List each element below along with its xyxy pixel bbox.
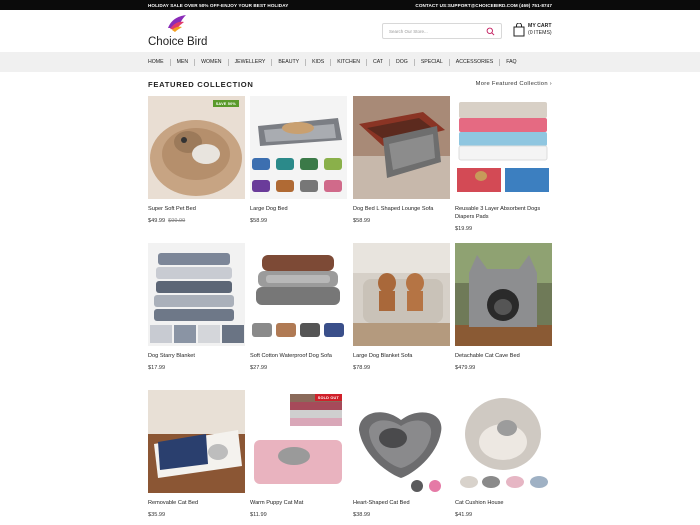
store-logo[interactable]: Choice Bird — [148, 14, 238, 48]
cart-button[interactable]: MY CART (0 ITEMS) — [513, 22, 558, 40]
product-name[interactable]: Large Dog Bed — [250, 206, 350, 214]
product-name[interactable]: Warm Puppy Cat Mat — [250, 500, 350, 508]
contact-text: CONTACT US:SUPPORT@CHOICEBIRD.COM (469) … — [415, 2, 552, 8]
product-price: $17.99 — [148, 365, 166, 371]
product-image[interactable] — [353, 243, 450, 346]
product-image[interactable] — [148, 390, 245, 493]
search-box[interactable] — [382, 23, 502, 39]
product-image[interactable]: SOLD OUT — [250, 390, 347, 493]
product-price: $41.99 — [455, 512, 473, 518]
nav-item-men[interactable]: MEN — [177, 58, 202, 66]
product-name[interactable]: Soft Cotton Waterproof Dog Sofa — [250, 353, 350, 361]
product-name[interactable]: Detachable Cat Cave Bed — [455, 353, 555, 361]
product-image[interactable] — [455, 96, 552, 199]
product-name[interactable]: Large Dog Blanket Sofa — [353, 353, 453, 361]
product-image[interactable] — [148, 243, 245, 346]
cart-label: MY CART — [528, 23, 552, 29]
save-badge: SAVE 50% — [212, 100, 239, 107]
product-name[interactable]: Heart-Shaped Cat Bed — [353, 500, 453, 508]
promo-text: HOLIDAY SALE OVER 50% OFF-ENJOY YOUR BES… — [148, 2, 289, 8]
product-name[interactable]: Dog Starry Blanket — [148, 353, 248, 361]
product-image[interactable] — [353, 390, 450, 493]
nav-item-kids[interactable]: KIDS — [312, 58, 337, 66]
search-input[interactable] — [387, 26, 484, 36]
product-price: $19.99 — [455, 226, 473, 232]
nav-item-accessories[interactable]: ACCESSORIES — [456, 58, 506, 66]
more-collection-link[interactable]: More Featured Collection › — [476, 81, 552, 87]
nav-item-women[interactable]: WOMEN — [201, 58, 234, 66]
shopping-bag-icon — [513, 23, 525, 37]
product-price: $58.99 — [353, 218, 371, 224]
nav-item-faq[interactable]: FAQ — [506, 59, 516, 66]
brand-name: Choice Bird — [148, 36, 208, 48]
product-image[interactable] — [353, 96, 450, 199]
nav-item-kitchen[interactable]: KITCHEN — [337, 58, 373, 66]
bird-logo-icon — [168, 15, 186, 32]
nav-item-jewellery[interactable]: JEWELLERY — [235, 58, 279, 66]
nav-item-cat[interactable]: CAT — [373, 58, 396, 66]
sold-out-badge: SOLD OUT — [314, 394, 342, 401]
product-name[interactable]: Cat Cushion House — [455, 500, 555, 508]
product-image[interactable] — [455, 243, 552, 346]
nav-item-beauty[interactable]: BEAUTY — [278, 58, 312, 66]
product-price: $58.99 — [250, 218, 268, 224]
product-image[interactable]: SAVE 50% — [148, 96, 245, 199]
product-price: $49.99 $99.99 — [148, 218, 186, 224]
product-price: $479.99 — [455, 365, 476, 371]
nav-item-dog[interactable]: DOG — [396, 58, 421, 66]
nav-item-special[interactable]: SPECIAL — [421, 58, 456, 66]
product-image[interactable] — [455, 390, 552, 493]
main-nav: HOME MEN WOMEN JEWELLERY BEAUTY KIDS KIT… — [0, 52, 700, 72]
product-price: $78.99 — [353, 365, 371, 371]
search-icon[interactable] — [486, 27, 495, 36]
product-name[interactable]: Removable Cat Bed — [148, 500, 248, 508]
product-image[interactable] — [250, 243, 347, 346]
product-price: $27.99 — [250, 365, 268, 371]
product-name[interactable]: Dog Bed L Shaped Lounge Sofa — [353, 206, 453, 214]
product-image[interactable] — [250, 96, 347, 199]
product-name[interactable]: Super Soft Pet Bed — [148, 206, 248, 214]
section-title: FEATURED COLLECTION — [148, 80, 254, 89]
announcement-bar: HOLIDAY SALE OVER 50% OFF-ENJOY YOUR BES… — [0, 0, 700, 10]
product-price: $35.99 — [148, 512, 166, 518]
product-price: $38.99 — [353, 512, 371, 518]
nav-item-home[interactable]: HOME — [148, 58, 177, 66]
old-price: $99.99 — [168, 218, 186, 224]
product-price: $11.99 — [250, 512, 267, 518]
product-name[interactable]: Reusable 3 Layer Absorbent Dogs Diapers … — [455, 206, 555, 221]
cart-count: (0 ITEMS) — [528, 30, 552, 36]
